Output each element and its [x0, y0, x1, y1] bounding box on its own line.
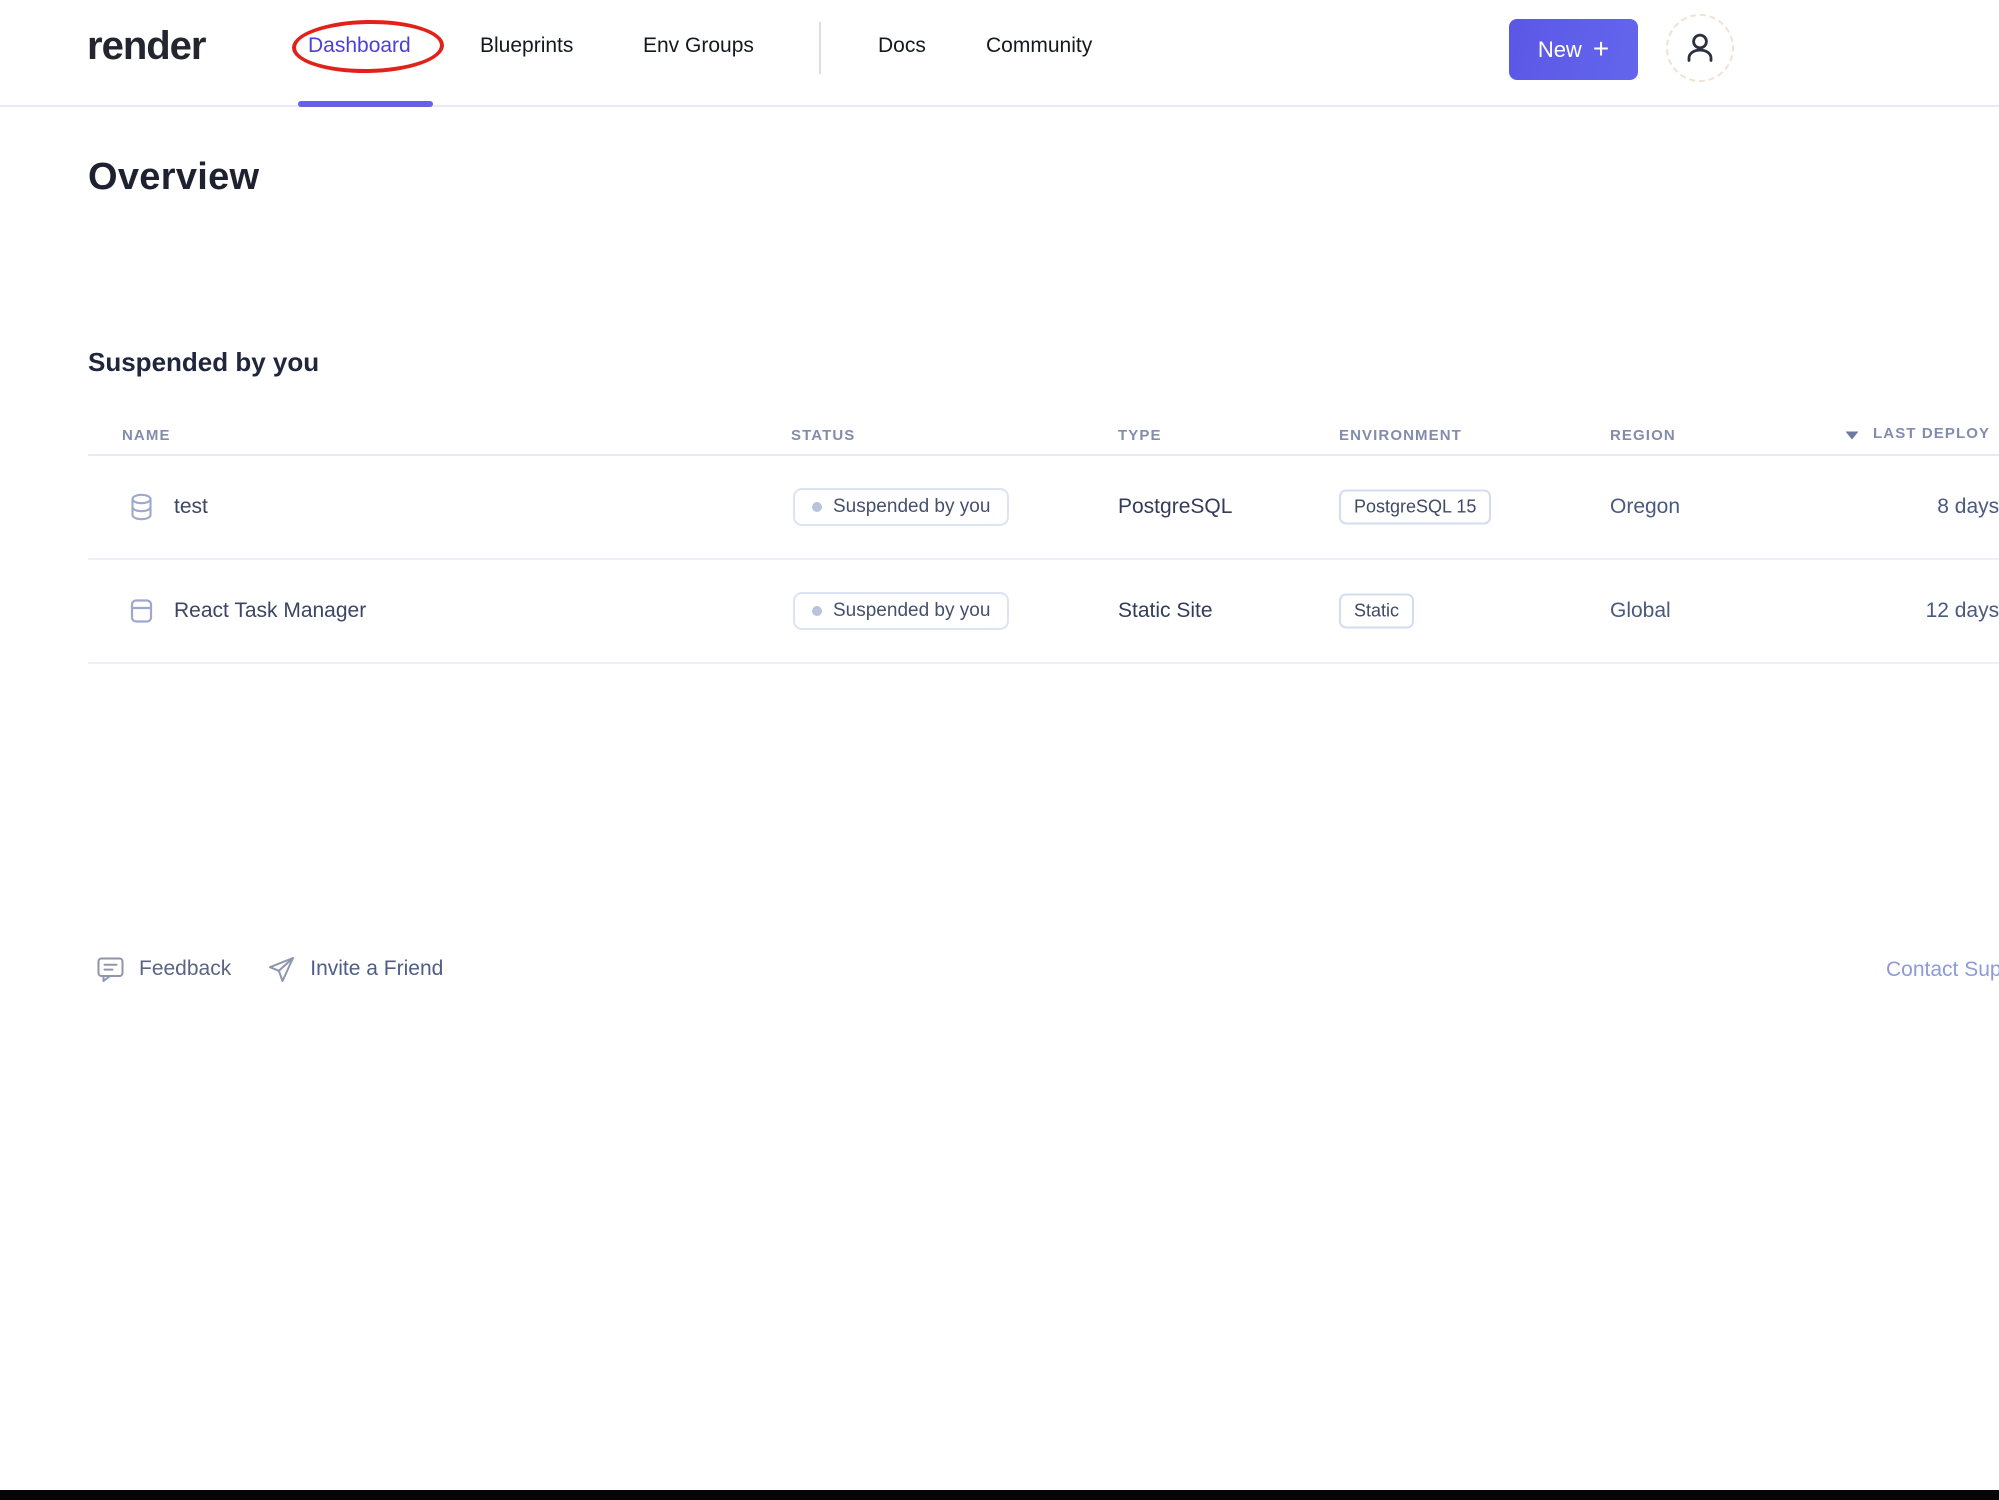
- service-type: PostgreSQL: [1118, 495, 1233, 518]
- nav-item-env-groups[interactable]: Env Groups: [643, 34, 754, 58]
- status-dot-icon: [812, 606, 822, 616]
- status-badge-label: Suspended by you: [833, 600, 991, 621]
- column-header-region[interactable]: REGION: [1610, 427, 1676, 444]
- user-icon: [1681, 29, 1719, 67]
- service-type: Static Site: [1118, 599, 1213, 622]
- service-region: Oregon: [1610, 495, 1681, 518]
- new-button-label: New: [1537, 36, 1582, 62]
- column-header-last-deploy[interactable]: LAST DEPLOY: [1845, 425, 1990, 442]
- invite-link-label: Invite a Friend: [310, 957, 444, 980]
- service-name: test: [174, 495, 208, 518]
- nav-item-community[interactable]: Community: [986, 34, 1092, 58]
- paper-plane-icon: [266, 954, 297, 985]
- contact-support-link[interactable]: Contact Support: [1886, 958, 1999, 982]
- plus-icon: +: [1592, 32, 1610, 64]
- column-header-name[interactable]: NAME: [122, 427, 171, 444]
- table-row-react-task-manager[interactable]: React Task Manager Suspended by you Stat…: [88, 560, 1999, 664]
- invite-a-friend-link[interactable]: Invite a Friend: [266, 954, 443, 985]
- environment-badge: Static: [1339, 593, 1415, 629]
- status-badge: Suspended by you: [793, 488, 1010, 526]
- top-nav: render Dashboard Blueprints Env Groups D…: [0, 0, 1999, 107]
- nav-divider: [819, 22, 821, 74]
- feedback-bubble-icon: [95, 954, 126, 985]
- nav-item-docs[interactable]: Docs: [878, 34, 926, 58]
- nav-item-blueprints[interactable]: Blueprints: [480, 34, 573, 58]
- sort-desc-icon: [1845, 430, 1859, 440]
- database-icon: [129, 493, 154, 522]
- service-last-deploy: 12 days ago: [1925, 599, 1999, 622]
- status-badge: Suspended by you: [793, 592, 1010, 630]
- column-header-environment[interactable]: ENVIRONMENT: [1339, 427, 1462, 444]
- bottom-black-bar: [0, 1490, 1999, 1500]
- column-header-type[interactable]: TYPE: [1118, 427, 1162, 444]
- status-badge-label: Suspended by you: [833, 496, 991, 517]
- nav-item-dashboard[interactable]: Dashboard: [308, 34, 411, 58]
- column-header-status[interactable]: STATUS: [791, 427, 855, 444]
- column-header-last-deploy-label: LAST DEPLOY: [1873, 425, 1991, 442]
- static-site-icon: [129, 598, 154, 625]
- service-region: Global: [1610, 599, 1671, 622]
- page-title: Overview: [88, 156, 260, 198]
- render-logo[interactable]: render: [87, 24, 206, 69]
- user-menu-button[interactable]: [1666, 14, 1734, 82]
- feedback-link[interactable]: Feedback: [95, 954, 231, 985]
- footer-links: Feedback Invite a Friend: [95, 951, 443, 987]
- services-table: NAME STATUS TYPE ENVIRONMENT REGION LAST…: [88, 420, 1999, 664]
- environment-badge: PostgreSQL 15: [1339, 489, 1492, 525]
- service-name: React Task Manager: [174, 599, 367, 622]
- render-dashboard-screen: render Dashboard Blueprints Env Groups D…: [0, 0, 1999, 1500]
- section-title-suspended: Suspended by you: [88, 347, 320, 377]
- service-last-deploy: 8 days ago: [1937, 495, 1999, 518]
- table-header-row: NAME STATUS TYPE ENVIRONMENT REGION LAST…: [88, 420, 1999, 456]
- active-tab-indicator: [298, 101, 433, 107]
- status-dot-icon: [812, 502, 822, 512]
- new-button[interactable]: New +: [1509, 19, 1638, 80]
- table-row-test[interactable]: test Suspended by you PostgreSQL Postgre…: [88, 456, 1999, 560]
- feedback-link-label: Feedback: [139, 957, 232, 980]
